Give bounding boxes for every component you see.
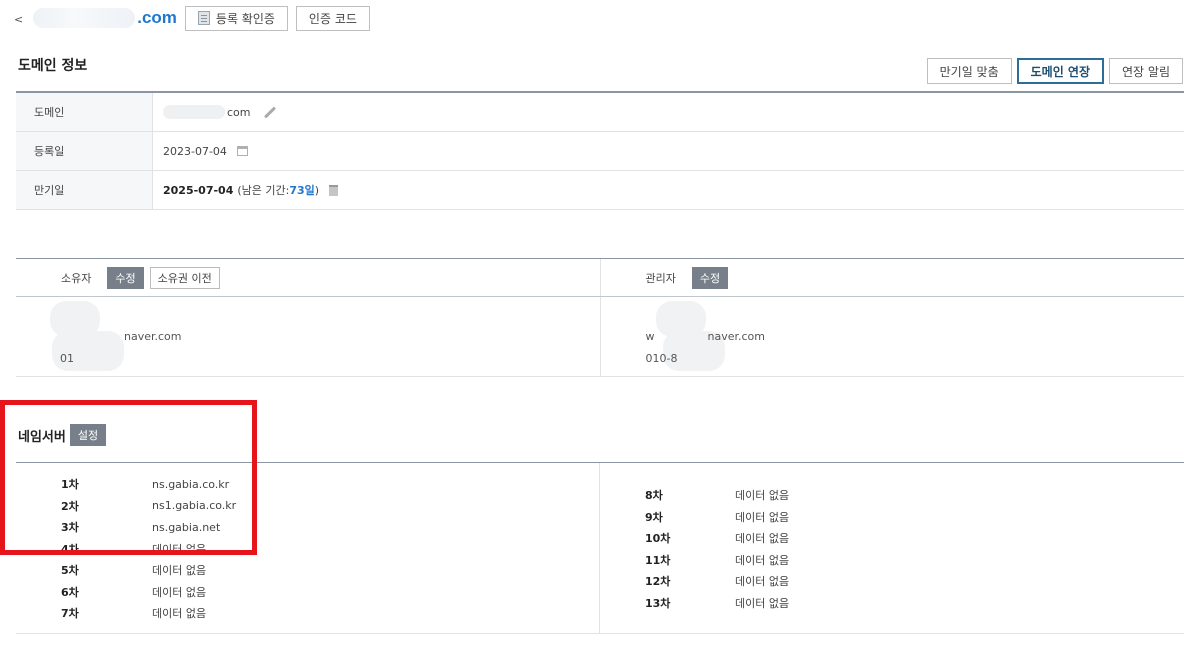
registered-label: 등록일	[16, 132, 153, 170]
nameserver-index: 4차	[61, 542, 79, 556]
remaining-suffix: )	[314, 183, 320, 197]
nameserver-row: 2차 ns1.gabia.co.kr	[61, 497, 236, 515]
nameserver-left-column: 1차 ns.gabia.co.kr 2차 ns1.gabia.co.kr 3차 ns.ga…	[16, 463, 600, 633]
nameserver-index: 2차	[61, 499, 79, 513]
remaining-prefix: (남은 기간:	[237, 184, 290, 197]
domain-row: 도메인 com	[16, 93, 1184, 132]
nameserver-index: 6차	[61, 585, 79, 599]
trash-icon[interactable]	[329, 184, 339, 196]
nameserver-value: ns1.gabia.co.kr	[152, 499, 237, 512]
admin-edit-button[interactable]: 수정	[691, 266, 729, 289]
owner-phone: 01	[60, 352, 74, 365]
ownership-transfer-button[interactable]: 소유권 이전	[149, 266, 220, 289]
nameserver-value: 데이터 없음	[735, 489, 790, 502]
blurred-domain	[163, 105, 225, 119]
nameserver-row: 13차 데이터 없음	[645, 594, 789, 612]
blurred-domain-name	[33, 8, 136, 28]
contacts-body: naver.com 01 w naver.com 010-8	[16, 297, 1184, 377]
nameserver-title-row: 네임서버 설정	[18, 424, 112, 446]
expiry-value: 2025-07-04 (남은 기간: 73일 )	[153, 171, 1184, 209]
domain-value: com	[153, 93, 1184, 131]
nameserver-value: 데이터 없음	[735, 596, 790, 610]
nameserver-table: 1차 ns.gabia.co.kr 2차 ns1.gabia.co.kr 3차 ns.ga…	[16, 462, 1184, 634]
nameserver-title: 네임서버	[18, 429, 66, 445]
contacts-table: 소유자 수정 소유권 이전 관리자 수정 naver.com 01 w nave…	[16, 258, 1184, 377]
nameserver-row: 10차 데이터 없음	[645, 529, 789, 547]
nameserver-value: ns.gabia.net	[152, 520, 221, 534]
nameserver-value: 데이터 없음	[735, 553, 790, 567]
owner-blur-mask-2	[52, 331, 124, 371]
expiry-date: 2025-07-04	[163, 183, 234, 197]
nameserver-right-column: 8차 데이터 없음 9차 데이터 없음 10차 데이터 없음 11차 데이터 없음 12차 데이터…	[600, 463, 1184, 633]
owner-label: 소유자	[61, 271, 92, 285]
owner-email: naver.com	[124, 330, 182, 343]
nameserver-row: 4차 데이터 없음	[61, 540, 206, 558]
nameserver-value: 데이터 없음	[735, 575, 790, 588]
nameserver-value: 데이터 없음	[735, 532, 790, 545]
registered-row: 등록일 2023-07-04	[16, 132, 1184, 171]
match-expiry-button[interactable]: 만기일 맞춤	[926, 58, 1012, 84]
nameserver-index: 12차	[645, 575, 671, 588]
auth-code-label: 인증 코드	[308, 11, 357, 26]
domain-tld: .com	[137, 8, 177, 27]
domain-info-title: 도메인 정보	[18, 58, 88, 74]
nameserver-value: 데이터 없음	[152, 542, 207, 556]
nameserver-value: 데이터 없음	[152, 607, 207, 620]
admin-phone: 010-8	[645, 352, 678, 365]
expiry-row: 만기일 2025-07-04 (남은 기간: 73일 )	[16, 171, 1184, 210]
nameserver-row: 6차 데이터 없음	[61, 583, 206, 601]
calendar-icon	[236, 146, 248, 156]
nameserver-index: 9차	[645, 510, 663, 524]
nameserver-index: 3차	[61, 521, 79, 534]
nameserver-value: 데이터 없음	[735, 510, 790, 524]
owner-edit-button[interactable]: 수정	[107, 266, 144, 289]
expiry-label: 만기일	[16, 171, 153, 209]
auth-code-button[interactable]: 인증 코드	[295, 5, 370, 31]
nameserver-row: 8차 데이터 없음	[645, 486, 789, 504]
registered-value: 2023-07-04	[153, 132, 1184, 170]
owner-info: naver.com 01	[16, 297, 601, 376]
nameserver-value: 데이터 없음	[152, 585, 207, 599]
nameserver-index: 5차	[61, 564, 79, 577]
nameserver-row: 5차 데이터 없음	[61, 561, 206, 579]
top-bar: < .com 등록 확인증 인증 코드	[14, 4, 378, 32]
nameserver-index: 7차	[61, 607, 79, 620]
nameserver-row: 11차 데이터 없음	[645, 551, 789, 569]
admin-label: 관리자	[645, 271, 676, 285]
nameserver-value: 데이터 없음	[152, 564, 207, 577]
domain-suffix: com	[227, 105, 251, 119]
nameserver-value: ns.gabia.co.kr	[152, 477, 230, 491]
nameserver-row: 3차 ns.gabia.net	[61, 518, 220, 536]
nameserver-index: 13차	[645, 596, 671, 610]
admin-email: naver.com	[707, 330, 766, 343]
nameserver-row: 12차 데이터 없음	[645, 572, 789, 590]
document-icon	[197, 11, 210, 25]
nameserver-row: 9차 데이터 없음	[645, 508, 789, 526]
contacts-header: 소유자 수정 소유권 이전 관리자 수정	[16, 259, 1184, 297]
domain-label: 도메인	[16, 93, 153, 131]
remaining-days: 73일	[289, 184, 315, 197]
admin-header: 관리자 수정	[601, 259, 1185, 296]
registration-certificate-button[interactable]: 등록 확인증	[184, 5, 288, 31]
back-link[interactable]: <	[14, 13, 23, 26]
pencil-icon[interactable]	[263, 105, 276, 119]
extend-domain-button[interactable]: 도메인 연장	[1016, 58, 1105, 84]
owner-header: 소유자 수정 소유권 이전	[16, 259, 601, 296]
admin-email-prefix: w	[645, 330, 655, 343]
renewal-notice-button[interactable]: 연장 알림	[1109, 58, 1183, 84]
nameserver-row: 7차 데이터 없음	[61, 604, 206, 622]
nameserver-index: 1차	[61, 478, 79, 491]
nameserver-index: 11차	[645, 553, 671, 567]
admin-info: w naver.com 010-8	[601, 297, 1185, 376]
nameserver-row: 1차 ns.gabia.co.kr	[61, 475, 229, 493]
nameserver-setting-button[interactable]: 설정	[69, 424, 107, 446]
domain-actions: 만기일 맞춤 도메인 연장 연장 알림	[922, 58, 1183, 84]
nameserver-index: 8차	[645, 489, 663, 502]
registration-certificate-label: 등록 확인증	[215, 11, 275, 26]
domain-info-table: 도메인 com 등록일 2023-07-04 만기일 2025-07-04 (남…	[16, 91, 1184, 210]
registered-date: 2023-07-04	[163, 144, 227, 158]
nameserver-index: 10차	[645, 532, 671, 545]
